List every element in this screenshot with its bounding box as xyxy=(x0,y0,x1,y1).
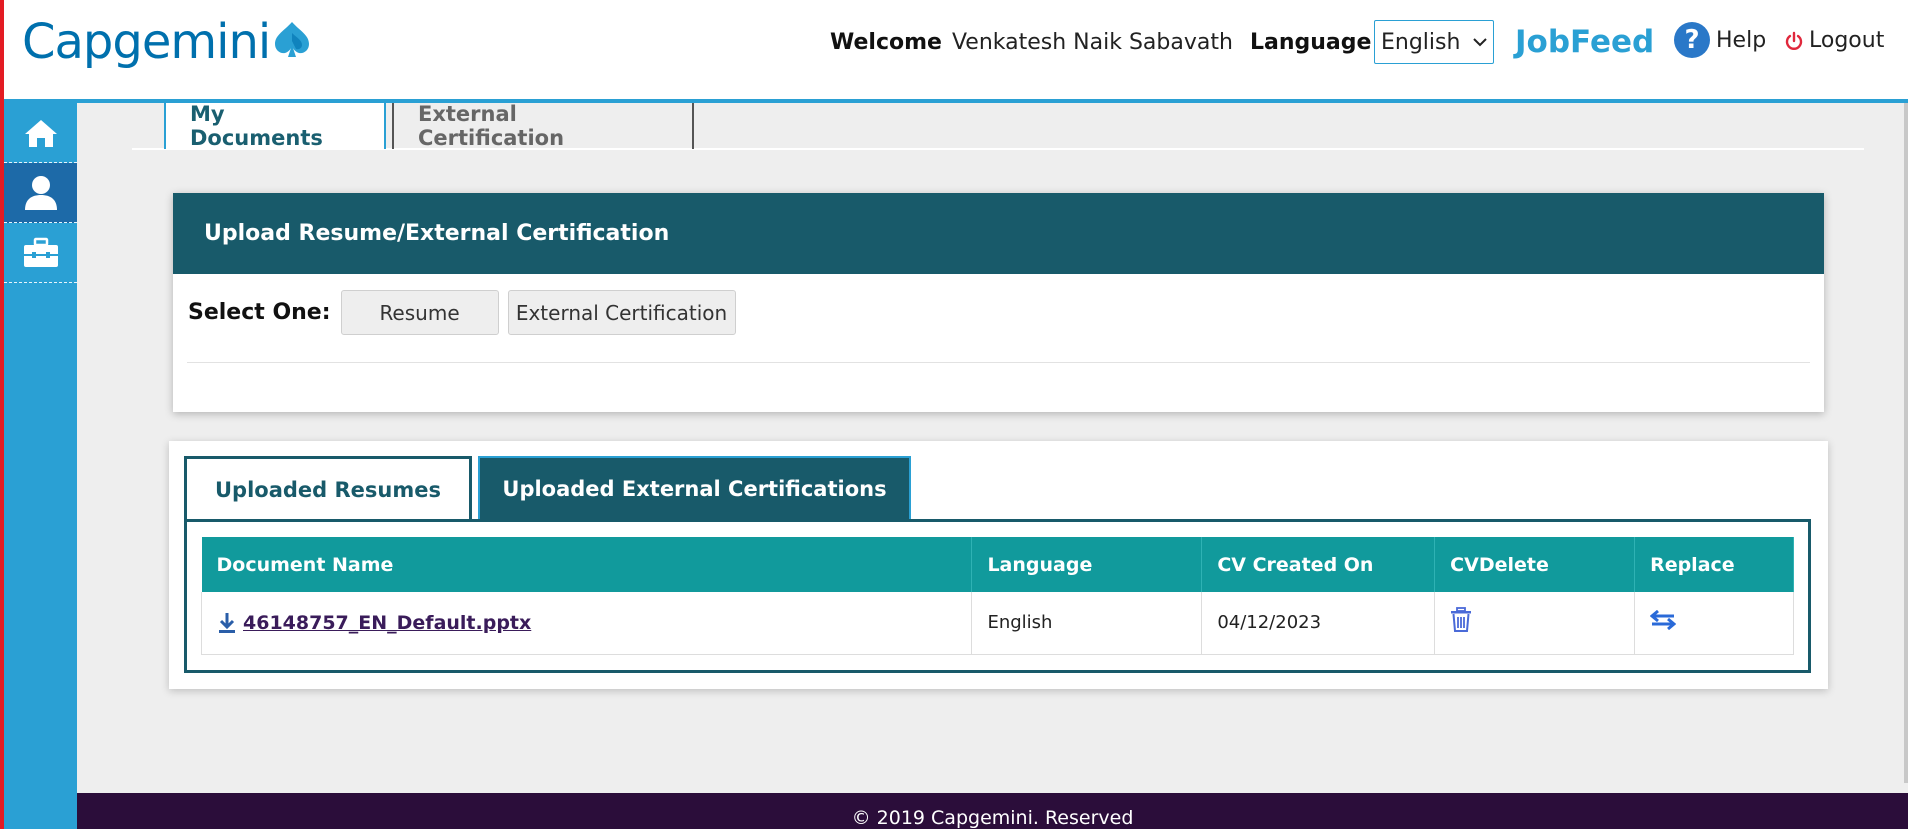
page-scrollbar[interactable] xyxy=(1904,103,1908,783)
documents-table: Document Name Language CV Created On CVD… xyxy=(200,537,1794,655)
language-cell: English xyxy=(971,592,1203,655)
swap-arrows-icon[interactable] xyxy=(1649,610,1677,631)
column-header-cv-created-on[interactable]: CV Created On xyxy=(1201,537,1436,592)
language-label: Language xyxy=(1250,30,1372,55)
documents-table-container: Document Name Language CV Created On CVD… xyxy=(184,519,1811,673)
document-name: 46148757_EN_Default.pptx xyxy=(243,611,532,634)
document-download-link[interactable]: 46148757_EN_Default.pptx xyxy=(217,612,971,634)
footer: © 2019 Capgemini. Reserved xyxy=(77,793,1908,829)
column-header-language[interactable]: Language xyxy=(971,537,1203,592)
external-certification-button[interactable]: External Certification xyxy=(507,290,736,335)
resume-button[interactable]: Resume xyxy=(340,290,499,335)
upload-select-row: Select One: Resume External Certificatio… xyxy=(188,290,745,335)
home-icon xyxy=(24,119,57,147)
logout-label: Logout xyxy=(1809,28,1885,53)
sidebar-item-toolbox[interactable] xyxy=(4,223,77,283)
language-select[interactable]: English xyxy=(1374,20,1494,64)
top-header: Capgemini Welcome Venkatesh Naik Sabavath… xyxy=(4,0,1908,103)
uploaded-documents-panel: Uploaded Resumes Uploaded External Certi… xyxy=(169,441,1828,689)
spade-logo-icon xyxy=(275,22,310,57)
document-tabs: My Documents External Certification xyxy=(132,102,1864,150)
chevron-down-icon xyxy=(1473,38,1487,47)
table-header-row: Document Name Language CV Created On CVD… xyxy=(201,537,1794,592)
column-header-replace: Replace xyxy=(1634,537,1794,592)
help-link[interactable]: ? Help xyxy=(1674,22,1766,58)
upload-panel: Upload Resume/External Certification Sel… xyxy=(173,193,1824,412)
capgemini-logo[interactable]: Capgemini xyxy=(22,14,312,70)
language-select-value: English xyxy=(1381,29,1461,55)
select-one-label: Select One: xyxy=(188,300,331,325)
created-on-cell: 04/12/2023 xyxy=(1201,592,1436,655)
table-row: 46148757_EN_Default.pptx English 04/12/2… xyxy=(200,592,1794,655)
user-name: Venkatesh Naik Sabavath xyxy=(951,30,1233,55)
delete-cell xyxy=(1434,592,1636,655)
upload-panel-title: Upload Resume/External Certification xyxy=(173,193,1824,274)
column-header-cv-delete: CVDelete xyxy=(1434,537,1636,592)
tab-uploaded-resumes[interactable]: Uploaded Resumes xyxy=(184,456,472,520)
download-icon xyxy=(219,612,235,633)
logout-link[interactable]: Logout xyxy=(1784,28,1884,53)
divider xyxy=(187,362,1810,363)
welcome-message: Welcome Venkatesh Naik Sabavath xyxy=(830,30,1233,55)
sidebar-item-home[interactable] xyxy=(4,103,77,163)
help-icon: ? xyxy=(1674,22,1710,58)
power-icon xyxy=(1785,31,1803,50)
footer-copyright: © 2019 Capgemini. Reserved xyxy=(851,807,1134,829)
tab-my-documents[interactable]: My Documents xyxy=(164,102,386,150)
trash-icon[interactable] xyxy=(1450,607,1472,633)
briefcase-icon xyxy=(23,237,58,267)
tab-external-certification[interactable]: External Certification xyxy=(392,102,694,150)
document-name-cell: 46148757_EN_Default.pptx xyxy=(200,592,973,655)
tab-uploaded-external-certifications[interactable]: Uploaded External Certifications xyxy=(478,456,911,520)
welcome-label: Welcome xyxy=(830,30,942,55)
replace-cell xyxy=(1634,592,1794,655)
help-label: Help xyxy=(1716,27,1767,53)
jobfeed-link[interactable]: JobFeed xyxy=(1515,24,1654,60)
sidebar-item-profile[interactable] xyxy=(4,163,77,223)
user-icon xyxy=(24,175,57,210)
column-header-document-name[interactable]: Document Name xyxy=(201,537,973,592)
logo-text: Capgemini xyxy=(22,14,271,70)
sidebar-nav xyxy=(4,103,77,829)
